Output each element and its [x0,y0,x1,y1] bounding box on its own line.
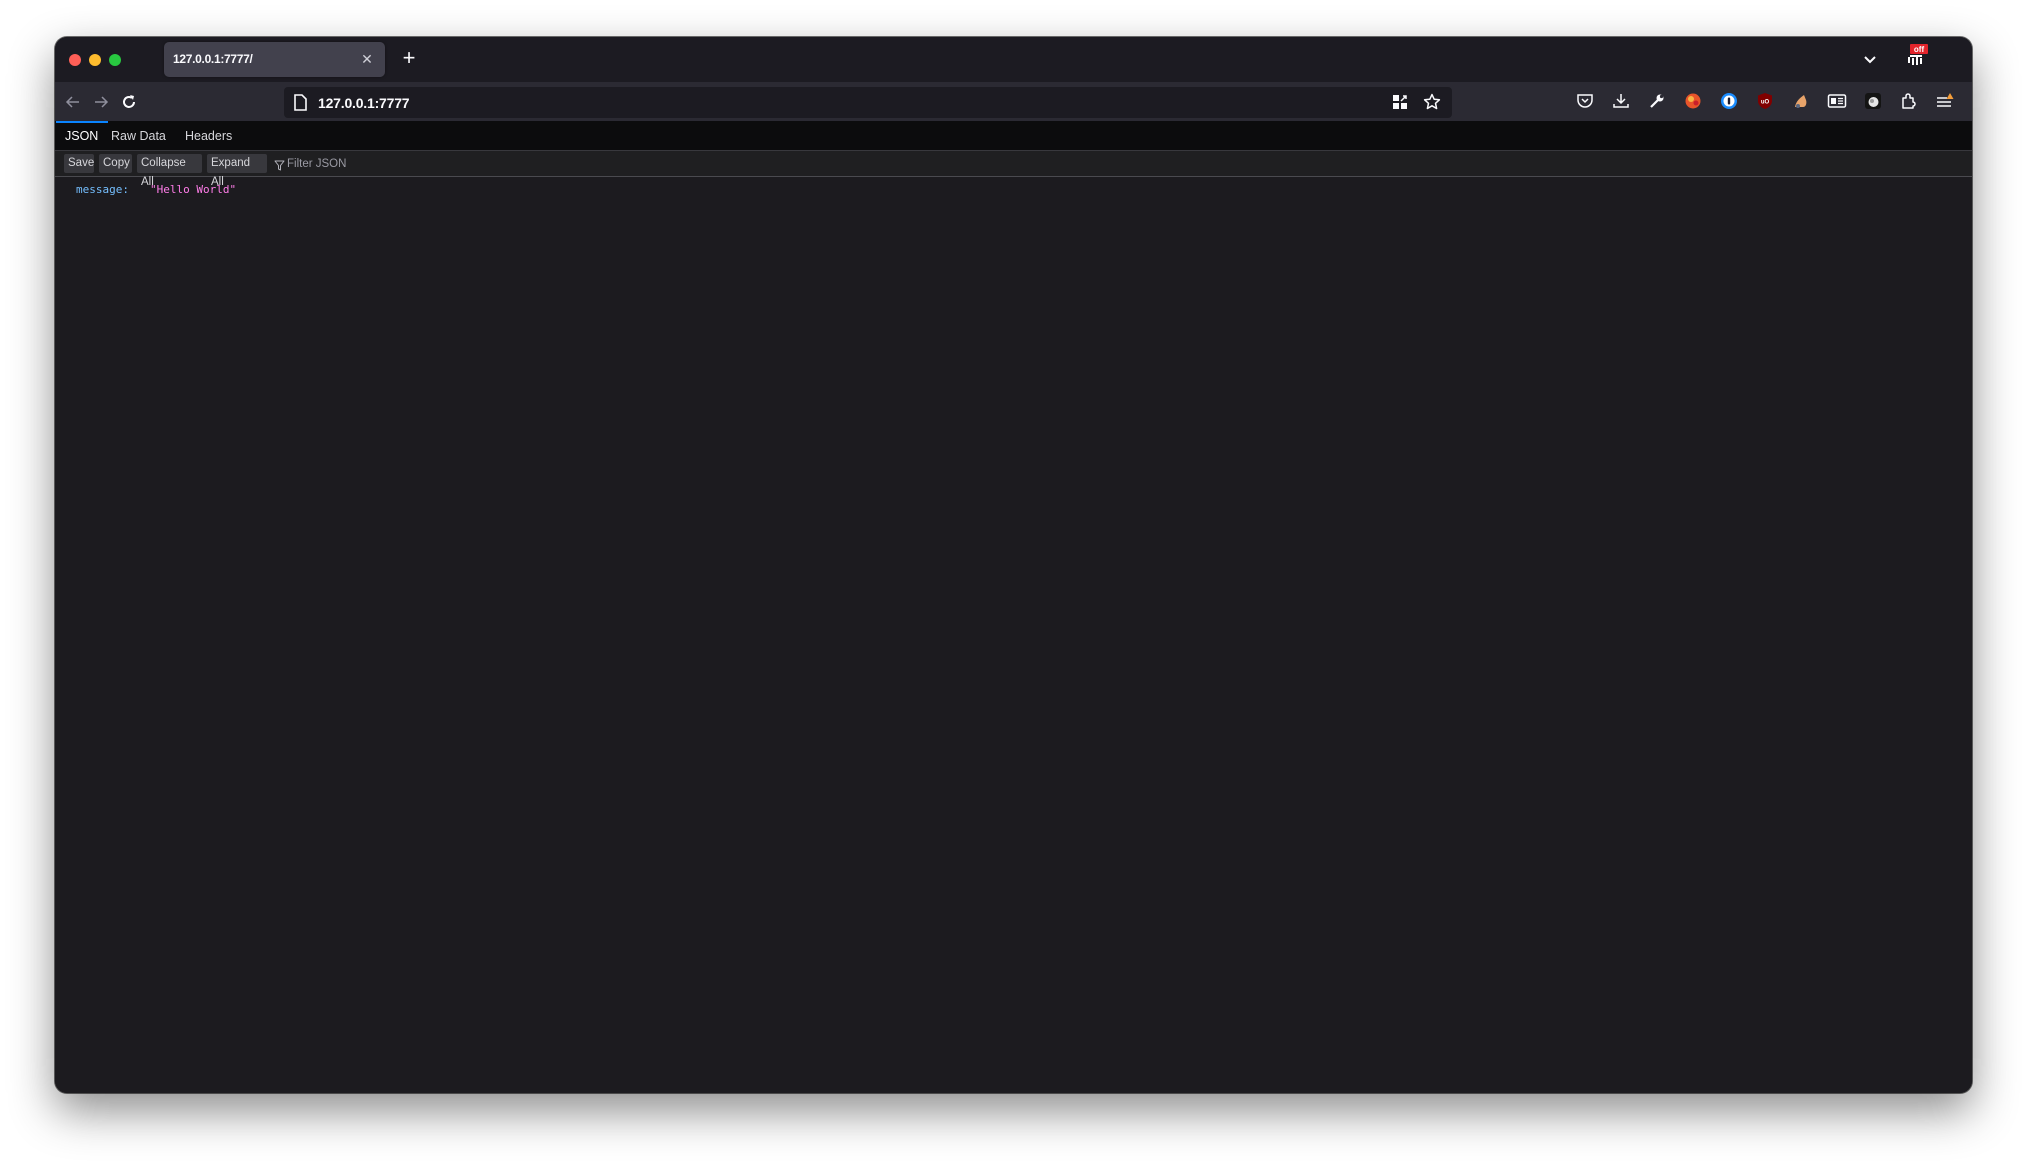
window-minimize-button[interactable] [89,54,101,66]
extension-badge: off [1914,45,1925,54]
window-close-button[interactable] [69,54,81,66]
qr-code-icon[interactable] [1390,92,1410,112]
url-bar[interactable]: 127.0.0.1:7777 [284,87,1452,118]
json-key: message: [76,183,129,196]
collapse-all-button[interactable]: Collapse All [137,154,202,188]
window-maximize-button[interactable] [109,54,121,66]
reload-button[interactable] [117,90,141,114]
new-tab-button[interactable]: + [395,44,423,72]
tab-json[interactable]: JSON [56,121,108,150]
chevron-down-icon[interactable] [1858,47,1882,71]
wrench-icon[interactable] [1645,89,1669,113]
ublock-origin-icon[interactable]: uO [1753,89,1777,113]
cat-extension-icon[interactable] [1789,89,1813,113]
json-value: "Hello World" [150,183,237,196]
viewer-toolbar: Save Copy Collapse All Expand All [55,151,1972,188]
tab-raw-data[interactable]: Raw Data [102,121,175,150]
tab-headers[interactable]: Headers [176,121,241,150]
disabled-extension-icon[interactable]: off [1901,41,1931,73]
viewer-tab-bar: JSON Raw Data Headers [55,121,1972,151]
extensions-puzzle-icon[interactable] [1897,89,1921,113]
bookmark-star-icon[interactable] [1422,92,1442,112]
reload-icon [123,95,135,108]
url-text[interactable]: 127.0.0.1:7777 [318,95,410,111]
1password-icon[interactable] [1717,89,1741,113]
tab-title: 127.0.0.1:7777/ [173,52,253,66]
dark-reader-icon[interactable] [1861,89,1885,113]
fox-extension-icon[interactable] [1681,89,1705,113]
close-icon[interactable]: ✕ [357,49,377,69]
arrow-left-icon [65,96,79,108]
filter-json-input[interactable] [287,154,527,173]
back-button[interactable] [61,90,85,114]
arrow-right-icon [95,96,109,108]
menu-icon[interactable] [1933,89,1957,113]
download-icon[interactable] [1609,89,1633,113]
page-icon [293,94,307,111]
navigation-toolbar: 127.0.0.1:7777 uO [55,82,1972,121]
save-button[interactable]: Save [64,154,94,173]
json-tree: message: "Hello World" [55,177,1972,1093]
browser-tab[interactable]: 127.0.0.1:7777/ ✕ [164,42,385,77]
filter-icon [274,158,285,171]
forward-button[interactable] [89,90,113,114]
tab-strip: 127.0.0.1:7777/ ✕ + off [55,37,1972,82]
filter-json [274,154,534,173]
json-viewer: JSON Raw Data Headers Save Copy Collapse… [55,121,1972,1093]
copy-button[interactable]: Copy [99,154,132,173]
svg-text:uO: uO [1761,100,1770,106]
reader-view-icon[interactable] [1825,89,1849,113]
pocket-icon[interactable] [1573,89,1597,113]
browser-window: 127.0.0.1:7777/ ✕ + off 127.0.0.1:7777 u… [55,37,1972,1093]
json-row[interactable]: message: "Hello World" [55,181,1972,199]
expand-all-button[interactable]: Expand All [207,154,267,188]
